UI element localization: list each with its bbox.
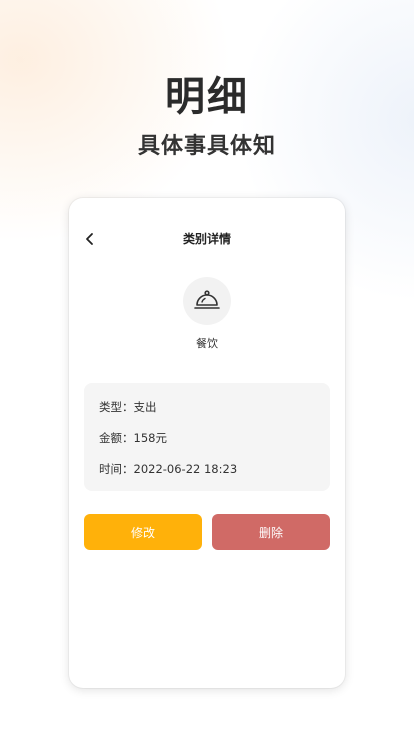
edit-button-label: 修改 [130,525,155,540]
time-row: 时间：2022-06-22 18:23 [99,461,237,477]
time-label: 时间： [99,462,134,476]
phone-screen-card: 类别详情 餐饮 类型：支出 金额：158元 时间：2022-06-22 18:2… [69,198,345,688]
food-cloche-icon [194,290,220,309]
chevron-left-icon [86,233,93,245]
hero-subtitle: 具体事具体知 [137,134,276,159]
nav-bar: 类别详情 [69,226,345,254]
type-row: 类型：支出 [99,399,157,415]
type-label: 类型： [99,400,134,414]
detail-info-box: 类型：支出 金额：158元 时间：2022-06-22 18:23 [84,383,330,491]
hero-title: 明细 [165,74,249,120]
delete-button[interactable]: 删除 [212,514,330,550]
amount-row: 金额：158元 [99,430,167,446]
type-value: 支出 [133,400,157,414]
time-value: 2022-06-22 18:23 [133,462,238,476]
edit-button[interactable]: 修改 [84,514,202,550]
amount-value: 158元 [133,431,167,445]
back-button[interactable] [79,228,101,250]
category-icon-circle [183,277,231,325]
amount-label: 金额： [99,431,134,445]
category-name: 餐饮 [196,337,218,350]
delete-button-label: 删除 [258,525,283,540]
page-title: 类别详情 [182,232,231,246]
